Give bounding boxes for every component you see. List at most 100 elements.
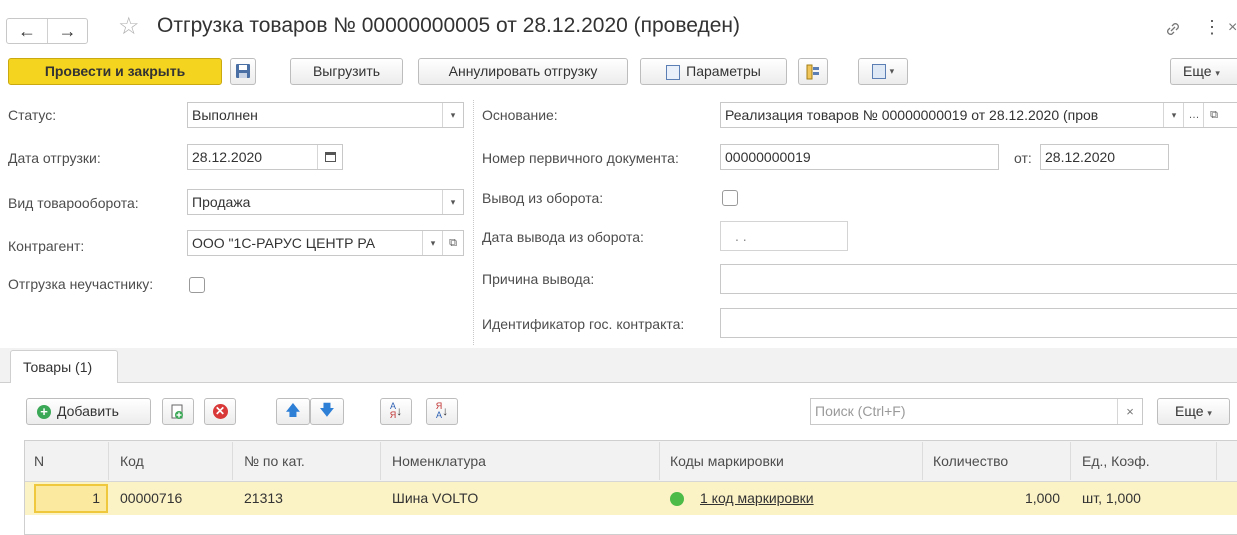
col-sep xyxy=(232,442,233,480)
status-value: Выполнен xyxy=(192,107,258,123)
chevron-down-icon[interactable]: ▾ xyxy=(442,190,463,214)
post-close-button[interactable]: Провести и закрыть xyxy=(8,58,222,85)
turnover-label: Вид товарооборота: xyxy=(8,195,139,211)
counterparty-label: Контрагент: xyxy=(8,238,85,254)
search-input[interactable]: Поиск (Ctrl+F) × xyxy=(810,398,1143,425)
row-code: 00000716 xyxy=(120,490,183,506)
sort-asc-button[interactable]: А Я↓ xyxy=(380,398,412,425)
save-button[interactable] xyxy=(230,58,256,85)
status-select[interactable]: Выполнен ▾ xyxy=(187,102,464,128)
print-icon xyxy=(871,63,886,79)
row-quantity: 1,000 xyxy=(1024,490,1060,506)
add-label: Добавить xyxy=(57,403,119,419)
from-label: от: xyxy=(1014,150,1032,166)
back-button[interactable]: ← xyxy=(7,19,48,43)
copy-row-button[interactable] xyxy=(162,398,194,425)
basis-value: Реализация товаров № 00000000019 от 28.1… xyxy=(725,107,1099,123)
status-ok-icon xyxy=(670,492,684,506)
open-icon[interactable]: ⧉ xyxy=(442,231,463,255)
withdraw-label: Вывод из оборота: xyxy=(482,190,604,206)
ship-date-field[interactable]: 28.12.2020 xyxy=(187,144,343,170)
chevron-down-icon: ▾ xyxy=(1207,408,1212,418)
copy-icon xyxy=(171,404,183,419)
parameters-label: Параметры xyxy=(686,63,761,79)
nonparticipant-label: Отгрузка неучастнику: xyxy=(8,276,154,292)
chevron-down-icon[interactable]: ▾ xyxy=(422,231,443,255)
move-down-button[interactable]: 🡇 xyxy=(310,398,344,425)
chevron-down-icon[interactable]: ▾ xyxy=(442,103,463,127)
document-icon xyxy=(666,64,681,80)
column-header[interactable]: N xyxy=(34,442,44,480)
turnover-select[interactable]: Продажа ▾ xyxy=(187,189,464,215)
link-icon[interactable] xyxy=(1164,20,1182,43)
col-sep xyxy=(1216,442,1217,480)
counterparty-value: ООО "1С-РАРУС ЦЕНТР РА xyxy=(192,235,376,251)
contract-id-label: Идентификатор гос. контракта: xyxy=(482,316,685,332)
star-icon[interactable]: ☆ xyxy=(118,12,140,41)
add-button[interactable]: + Добавить xyxy=(26,398,151,425)
structure-icon xyxy=(806,64,819,80)
more-button[interactable]: Еще ▾ xyxy=(1170,58,1237,85)
delete-row-button[interactable]: ✕ xyxy=(204,398,236,425)
tab-goods[interactable]: Товары (1) xyxy=(10,350,118,383)
turnover-value: Продажа xyxy=(192,194,251,210)
close-icon[interactable]: × xyxy=(1228,19,1237,37)
ship-date-label: Дата отгрузки: xyxy=(8,150,101,166)
nonparticipant-checkbox[interactable] xyxy=(189,277,205,293)
move-up-button[interactable]: 🡅 xyxy=(276,398,310,425)
add-icon: + xyxy=(37,405,51,420)
ellipsis-icon[interactable]: … xyxy=(1183,103,1204,127)
col-sep xyxy=(922,442,923,480)
withdraw-date-label: Дата вывода из оборота: xyxy=(482,229,644,245)
column-header[interactable]: Ед., Коэф. xyxy=(1082,442,1150,480)
reason-field[interactable] xyxy=(720,264,1237,294)
contract-id-field[interactable] xyxy=(720,308,1237,338)
col-sep xyxy=(1070,442,1071,480)
ship-date-value: 28.12.2020 xyxy=(192,149,263,165)
status-label: Статус: xyxy=(8,107,57,123)
nav-buttons: ← → xyxy=(6,18,88,44)
basis-label: Основание: xyxy=(482,107,558,123)
reason-label: Причина вывода: xyxy=(482,271,595,287)
sort-desc-button[interactable]: Я А↓ xyxy=(426,398,458,425)
column-header[interactable]: № по кат. xyxy=(244,442,305,480)
column-header[interactable]: Код xyxy=(120,442,144,480)
page-title: Отгрузка товаров № 00000000005 от 28.12.… xyxy=(157,14,741,37)
forward-button[interactable]: → xyxy=(48,19,87,43)
parameters-button[interactable]: Параметры xyxy=(640,58,787,85)
print-menu-button[interactable]: ▾ xyxy=(858,58,908,85)
open-icon[interactable]: ⧉ xyxy=(1203,103,1224,127)
col-sep xyxy=(659,442,660,480)
from-date-value: 28.12.2020 xyxy=(1045,149,1116,165)
counterparty-select[interactable]: ООО "1С-РАРУС ЦЕНТР РА ▾ ⧉ xyxy=(187,230,464,256)
withdraw-checkbox[interactable] xyxy=(722,190,738,206)
row-marking-link[interactable]: 1 код маркировки xyxy=(700,482,814,515)
cancel-shipment-button[interactable]: Аннулировать отгрузку xyxy=(418,58,628,85)
column-header[interactable]: Количество xyxy=(933,442,1008,480)
primary-doc-label: Номер первичного документа: xyxy=(482,150,679,166)
withdraw-date-value: . . xyxy=(735,228,747,244)
clear-search-icon[interactable]: × xyxy=(1117,399,1142,424)
withdraw-date-field[interactable]: . . xyxy=(720,221,848,251)
calendar-icon[interactable] xyxy=(317,145,342,169)
row-nomenclature: Шина VOLTO xyxy=(392,490,479,506)
chevron-down-icon: ▾ xyxy=(889,65,895,76)
basis-select[interactable]: Реализация товаров № 00000000019 от 28.1… xyxy=(720,102,1237,128)
tab-goods-label: Товары (1) xyxy=(23,359,93,375)
primary-doc-field[interactable]: 00000000019 xyxy=(720,144,999,170)
more-vert-icon[interactable]: ⋮ xyxy=(1203,17,1221,38)
tab-bar xyxy=(0,348,1237,383)
col-sep xyxy=(380,442,381,480)
chevron-down-icon: ▾ xyxy=(1215,68,1220,78)
export-button[interactable]: Выгрузить xyxy=(290,58,403,85)
save-icon xyxy=(236,64,250,78)
row-number: 1 xyxy=(92,490,100,506)
structure-button[interactable] xyxy=(798,58,828,85)
table-more-button[interactable]: Еще ▾ xyxy=(1157,398,1230,425)
row-cat-number: 21313 xyxy=(244,490,283,506)
table-header xyxy=(25,441,1237,482)
column-header[interactable]: Коды маркировки xyxy=(670,442,784,480)
chevron-down-icon[interactable]: ▾ xyxy=(1163,103,1184,127)
column-header[interactable]: Номенклатура xyxy=(392,442,486,480)
from-date-field[interactable]: 28.12.2020 xyxy=(1040,144,1169,170)
